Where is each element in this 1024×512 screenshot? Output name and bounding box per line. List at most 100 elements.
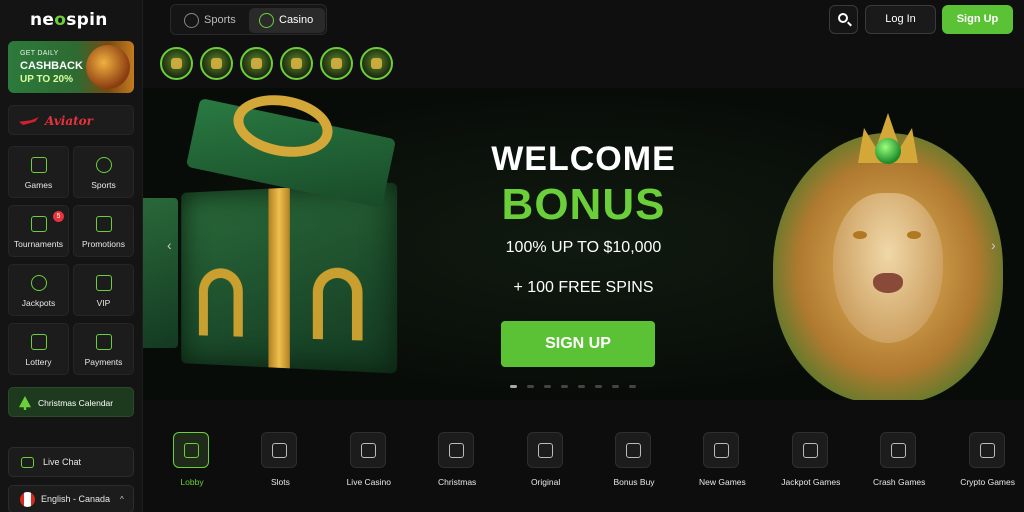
category-label: Crash Games [872,477,926,487]
sidebar-item-payments[interactable]: Payments [73,323,134,375]
category-label: Original [530,477,561,487]
seven-chip-icon[interactable] [360,47,393,80]
plane-icon [19,117,39,125]
trophy-chip-icon[interactable] [160,47,193,80]
hero-free-spins: + 100 FREE SPINS [513,279,654,296]
hero-signup-button[interactable]: SIGN UP [501,321,655,367]
carousel-dot[interactable] [527,385,534,388]
chat-bubble-icon [21,457,34,468]
category-icon-box [703,432,740,468]
box-chip-icon[interactable] [320,47,353,80]
sidebar-item-lottery[interactable]: Lottery [8,323,69,375]
carousel-dot[interactable] [578,385,585,388]
rocket-icon [891,443,907,458]
promo-line-2: CASHBACK [20,60,83,72]
dice-icon [537,443,553,458]
category-icon-box [791,432,828,468]
login-button[interactable]: Log In [865,5,936,34]
category-label: Slots [270,477,290,487]
gift-icon [626,443,641,458]
soccer-ball-icon [184,13,199,28]
star-icon [95,275,112,291]
sidebar-item-games[interactable]: Games [8,146,69,198]
category-icon-box [349,432,386,468]
category-icon-box [261,432,298,468]
carousel-dot[interactable] [510,385,517,388]
category-lobby[interactable]: Lobby [150,432,234,512]
category-original[interactable]: Original [504,432,588,512]
category-icon-box [438,432,475,468]
page: neospin GET DAILY CASHBACK UP TO 20% Avi… [0,0,1024,512]
carousel-dot[interactable] [612,385,619,388]
hero-amount: 100% UP TO $10,000 [505,239,662,256]
category-label: Lobby [180,477,204,487]
tab-casino[interactable]: Casino [249,8,325,33]
category-crash-games[interactable]: Crash Games [857,432,941,512]
carousel-dot[interactable] [561,385,568,388]
aviator-button[interactable]: Aviator [8,105,134,135]
sidebar-item-label: Payments [84,357,123,367]
promo-art-image [86,45,130,89]
category-crypto-games[interactable]: Crypto Games [946,432,1024,512]
category-label: Live Casino [346,477,391,487]
category-bar: Lobby Slots Live Casino Christmas Original Bo… [143,400,1024,512]
ticket-icon [30,334,47,350]
hero-bonus: BONUS [501,180,666,229]
lion-eye [907,231,921,239]
cards-icon [714,443,730,458]
christmas-calendar-button[interactable]: Christmas Calendar [8,387,134,417]
christmas-tree-icon [449,443,465,458]
gift-chip-icon[interactable] [240,47,273,80]
signup-button[interactable]: Sign Up [942,5,1013,34]
sidebar-item-label: Tournaments [13,239,64,249]
search-button[interactable] [829,5,858,34]
carousel-dot[interactable] [629,385,636,388]
live-chat-button[interactable]: Live Chat [8,447,134,477]
category-icon-box [615,432,651,468]
wheel-chip-icon[interactable] [280,47,313,80]
logo-text: neospin [30,10,108,30]
hero-banner[interactable]: ‹ › WELCOME BONUS 100% UP TO $10,000 + 1… [143,88,1024,400]
category-label: Bonus Buy [613,477,655,487]
logo[interactable]: neospin [30,10,108,30]
canada-flag-icon [20,492,35,507]
sidebar-item-label: Games [24,180,53,190]
sidebar-item-sports[interactable]: Sports [73,146,134,198]
sidebar-item-tournaments[interactable]: 5 Tournaments [8,205,69,257]
lion-eye [853,231,867,239]
dice-icon [30,157,47,173]
carousel-dot[interactable] [595,385,602,388]
category-label: Jackpot Games [781,477,841,487]
seven-icon [802,443,818,458]
sidebar-item-promotions[interactable]: Promotions [73,205,134,257]
category-icon-box [173,432,209,468]
trophy-icon [30,216,47,232]
tab-sports[interactable]: Sports [174,8,248,33]
sidebar-item-label: Promotions [82,239,125,249]
hero-title: WELCOME [491,140,676,178]
crown-chip-icon[interactable] [200,47,233,80]
christmas-tree-icon [19,396,31,410]
sidebar-item-jackpots[interactable]: Jackpots [8,264,69,316]
cashback-promo-banner[interactable]: GET DAILY CASHBACK UP TO 20% [8,41,134,93]
aviator-label: Aviator [45,114,93,128]
sidebar-item-label: VIP [96,298,111,308]
category-live-casino[interactable]: Live Casino [327,432,411,512]
category-icon-box [880,432,917,468]
category-christmas[interactable]: Christmas [415,432,499,512]
category-label: Crypto Games [960,477,1015,487]
language-selector[interactable]: English - Canada ^ [8,485,134,512]
category-bonus-buy[interactable]: Bonus Buy [592,432,676,512]
soccer-ball-icon [95,157,112,173]
notification-badge: 5 [53,211,64,222]
category-slots[interactable]: Slots [238,432,322,512]
sidebar-item-vip[interactable]: VIP [73,264,134,316]
product-switcher: Sports Casino [170,4,327,35]
carousel-dot[interactable] [544,385,551,388]
sidebar: neospin GET DAILY CASHBACK UP TO 20% Avi… [0,0,143,512]
chevron-up-icon: ^ [120,495,124,504]
slot-machine-icon [272,443,288,458]
stars-icon [184,443,199,458]
category-jackpot-games[interactable]: Jackpot Games [769,432,853,512]
category-new-games[interactable]: New Games [680,432,764,512]
